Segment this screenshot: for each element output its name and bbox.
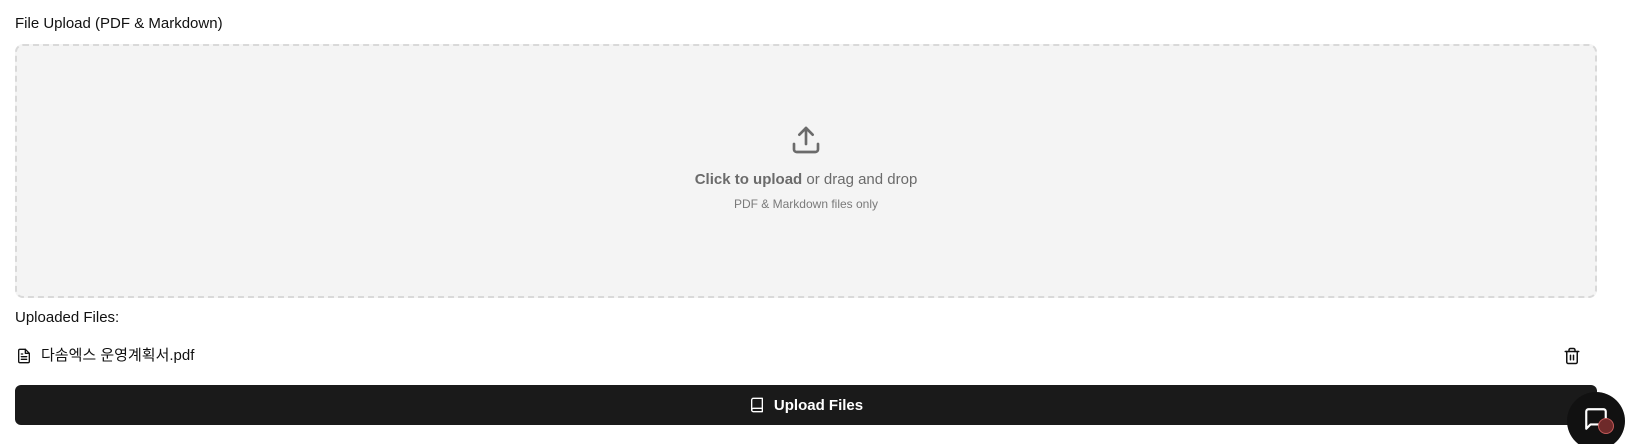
upload-section-label: File Upload (PDF & Markdown) [15,15,223,32]
chat-notification-dot [1598,418,1614,434]
uploaded-files-label: Uploaded Files: [15,309,120,326]
upload-files-button-label: Upload Files [773,396,864,414]
dropzone-content: Click to upload or drag and drop PDF & M… [17,124,1595,212]
uploaded-file-item: 다솜엑스 운영계획서.pdf [15,344,1597,368]
chat-widget-button[interactable] [1567,392,1625,444]
file-upload-page: File Upload (PDF & Markdown) Click to up… [0,0,1627,444]
click-to-upload-text[interactable]: Click to upload [695,171,803,188]
file-text-icon [18,348,30,364]
book-icon [750,397,763,413]
file-dropzone[interactable]: Click to upload or drag and drop PDF & M… [15,44,1597,298]
upload-files-button[interactable]: Upload Files [15,385,1597,425]
drag-drop-text: or drag and drop [802,171,918,188]
uploaded-file-name: 다솜엑스 운영계획서.pdf [41,347,195,364]
upload-icon [792,126,820,154]
dropzone-hint: PDF & Markdown files only [733,197,879,211]
trash-icon[interactable] [1563,347,1581,365]
dropzone-instruction: Click to upload or drag and drop [695,170,918,190]
